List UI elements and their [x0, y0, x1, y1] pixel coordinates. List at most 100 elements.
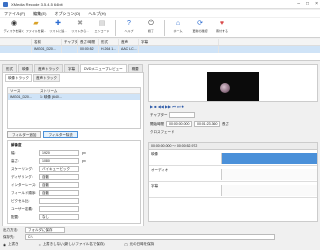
- exit-icon: ⏻: [148, 20, 154, 27]
- overwrite-radio[interactable]: ◉: [3, 243, 6, 247]
- end-time-field[interactable]: 00:01:23.360: [194, 121, 220, 127]
- donate-icon: ♥: [219, 20, 225, 27]
- height-field[interactable]: 1080: [39, 158, 79, 164]
- menu-file[interactable]: ファイル(F): [4, 10, 25, 17]
- remove-from-list-button[interactable]: ✖ リストから...: [69, 18, 91, 37]
- tab-format[interactable]: 形式: [2, 64, 17, 72]
- filter-panel: 映像トラック 音声トラック ソース ストリーム IMG01_D20... 1: …: [2, 72, 144, 240]
- scaling-row: スケーリング: バイキュービック: [8, 165, 140, 173]
- field-order-row: フィールド順序: 自動: [8, 189, 140, 197]
- remove-filter-button[interactable]: フィルター除去: [43, 131, 78, 138]
- dither-select[interactable]: 自動: [39, 174, 79, 180]
- subtitle-track-bar[interactable]: [221, 185, 317, 196]
- pixel-ratio-select[interactable]: [39, 198, 79, 204]
- file-list: 名前 チャプター 長さ/時間 形式 音声 字幕 IMG01_D20... 00:…: [0, 39, 320, 61]
- preview-panel: [148, 64, 318, 102]
- video-preview: [207, 72, 259, 101]
- tab-preview[interactable]: DVDメニュープレビュー: [80, 64, 127, 72]
- timeline-header: 00:00:00.000 ～ 00:00:52.972: [149, 143, 317, 150]
- toolbar-separator: [115, 20, 116, 36]
- output-method-row: 出力方法: フォルダに保存: [3, 227, 65, 233]
- menu-options[interactable]: オプション(O): [54, 10, 80, 17]
- chapter-select[interactable]: [169, 112, 196, 118]
- audio-track-bar[interactable]: [221, 169, 317, 180]
- encode-button[interactable]: ▤ エンコード: [91, 18, 113, 37]
- window-controls: – □ ×: [297, 1, 318, 7]
- dither-row: ディザリング: 自動: [8, 173, 140, 181]
- user-defined-field[interactable]: [39, 206, 79, 212]
- home-button[interactable]: ⌂ ホーム: [167, 18, 189, 37]
- maximize-icon[interactable]: □: [306, 1, 309, 7]
- scaling-select[interactable]: バイキュービック: [39, 166, 79, 172]
- settings-tabs: 形式 映像 音声トラック 字幕 DVDメニュープレビュー 概要: [2, 64, 144, 72]
- tab-subtitle[interactable]: 字幕: [64, 64, 79, 72]
- props-header: 解像度: [11, 142, 22, 147]
- width-row: 幅: 1920 px: [11, 150, 86, 156]
- output-method-select[interactable]: フォルダに保存: [25, 227, 65, 233]
- app-icon: [3, 2, 8, 7]
- track-subtabs: 映像トラック 音声トラック: [3, 73, 143, 83]
- encode-icon: ▤: [98, 20, 106, 27]
- disc-icon: ◉: [10, 20, 18, 27]
- donate-button[interactable]: ♥ 寄付する: [211, 18, 233, 37]
- minimize-icon[interactable]: –: [297, 1, 300, 7]
- open-file-button[interactable]: ▰ ファイルを開...: [25, 18, 47, 37]
- start-time-field[interactable]: 00:00:00.000: [166, 121, 192, 127]
- destination-row: 保存先: C:\: [3, 234, 275, 240]
- title-bar: XMedia Recode 3.5.4.5 64bit – □ ×: [0, 0, 320, 9]
- open-disc-button[interactable]: ◉ ディスクを開く: [3, 18, 25, 37]
- destination-field[interactable]: C:\: [25, 234, 275, 240]
- help-button[interactable]: ? ヘルプ: [118, 18, 140, 37]
- interlace-row: インターレース: 自動: [8, 181, 140, 189]
- tab-summary[interactable]: 概要: [127, 64, 143, 72]
- video-track: 映像: [149, 151, 317, 166]
- field-order-select[interactable]: 自動: [39, 190, 79, 196]
- menu-bar: ファイル(F) 編集(E) オプション(O) ヘルプ(H): [0, 10, 320, 17]
- close-icon[interactable]: ×: [315, 1, 318, 7]
- window-title: XMedia Recode 3.5.4.5 64bit: [11, 2, 63, 7]
- toolbar: ◉ ディスクを開く ▰ ファイルを開... ✚ リストに追... ✖ リストから... …: [0, 18, 320, 38]
- timeline-panel: 00:00:00.000 ～ 00:00:52.972 映像 オーディオ 字幕: [148, 142, 318, 222]
- add-filter-button[interactable]: フィルター追加: [7, 131, 42, 138]
- home-icon: ⌂: [175, 20, 181, 27]
- tab-video-track[interactable]: 映像トラック: [5, 74, 32, 82]
- resolution-properties: 解像度 幅: 1920 px 高さ: 1080 px スケーリング: バイキュービック デ…: [7, 140, 141, 224]
- update-button[interactable]: ⟳ 更新の確認: [189, 18, 211, 37]
- height-row: 高さ: 1080 px: [11, 158, 86, 164]
- placement-row: 配置: なし: [8, 213, 140, 221]
- remove-icon: ✖: [77, 20, 83, 27]
- table-row[interactable]: IMG01_D20... 00:00:52 H.264 1... AAC LC.…: [0, 46, 320, 53]
- filter-buttons: フィルター追加 フィルター除去: [7, 131, 78, 138]
- toolbar-separator: [164, 20, 165, 36]
- tab-video[interactable]: 映像: [18, 64, 33, 72]
- audio-track: オーディオ: [149, 167, 317, 182]
- add-icon: ✚: [55, 20, 61, 27]
- playback-controls: ▶ ■ ◀◀ ▶▶ ⏮ ⏭ ⏺: [148, 103, 318, 110]
- add-to-list-button[interactable]: ✚ リストに追...: [47, 18, 69, 37]
- video-track-bar[interactable]: [221, 153, 317, 164]
- placement-select[interactable]: なし: [39, 214, 79, 220]
- folder-icon: ▰: [33, 20, 39, 27]
- start-time-row: 開始時間 00:00:00.000 00:01:23.360 長さ: [150, 121, 229, 127]
- pixel-ratio-row: ピクセル比:: [8, 197, 140, 205]
- overwrite-row: ◉ 上書き ○ 上書きしない(新しいファイル名で保存) ☐ 元の日時を保持: [3, 242, 155, 247]
- crossfade-row: クロスフェード: [150, 130, 175, 134]
- keep-date-checkbox[interactable]: ☐: [125, 243, 128, 247]
- interlace-select[interactable]: 自動: [39, 182, 79, 188]
- width-field[interactable]: 1920: [39, 150, 79, 156]
- update-icon: ⟳: [197, 20, 203, 27]
- user-defined-row: ユーザー定義:: [8, 205, 140, 213]
- output-settings: 出力方法: フォルダに保存 保存先: C:\ ◉ 上書き ○ 上書きしない(新し…: [0, 226, 320, 250]
- subtitle-track: 字幕: [149, 183, 317, 198]
- menu-edit[interactable]: 編集(E): [33, 10, 46, 17]
- exit-button[interactable]: ⏻ 終了: [140, 18, 162, 37]
- play-controls-icon[interactable]: ▶ ■ ◀◀ ▶▶ ⏮ ⏭ ⏺: [150, 104, 184, 109]
- tab-audio-track[interactable]: 音声トラック: [33, 74, 60, 82]
- help-icon: ?: [127, 20, 131, 27]
- list-item[interactable]: IMG01_D20... 1: 映像 (640...: [8, 94, 140, 100]
- no-overwrite-radio[interactable]: ○: [39, 243, 41, 247]
- moon-image: [220, 83, 230, 93]
- tab-audio[interactable]: 音声トラック: [34, 64, 63, 72]
- file-list-header: 名前 チャプター 長さ/時間 形式 音声 字幕: [0, 39, 320, 46]
- menu-help[interactable]: ヘルプ(H): [88, 10, 106, 17]
